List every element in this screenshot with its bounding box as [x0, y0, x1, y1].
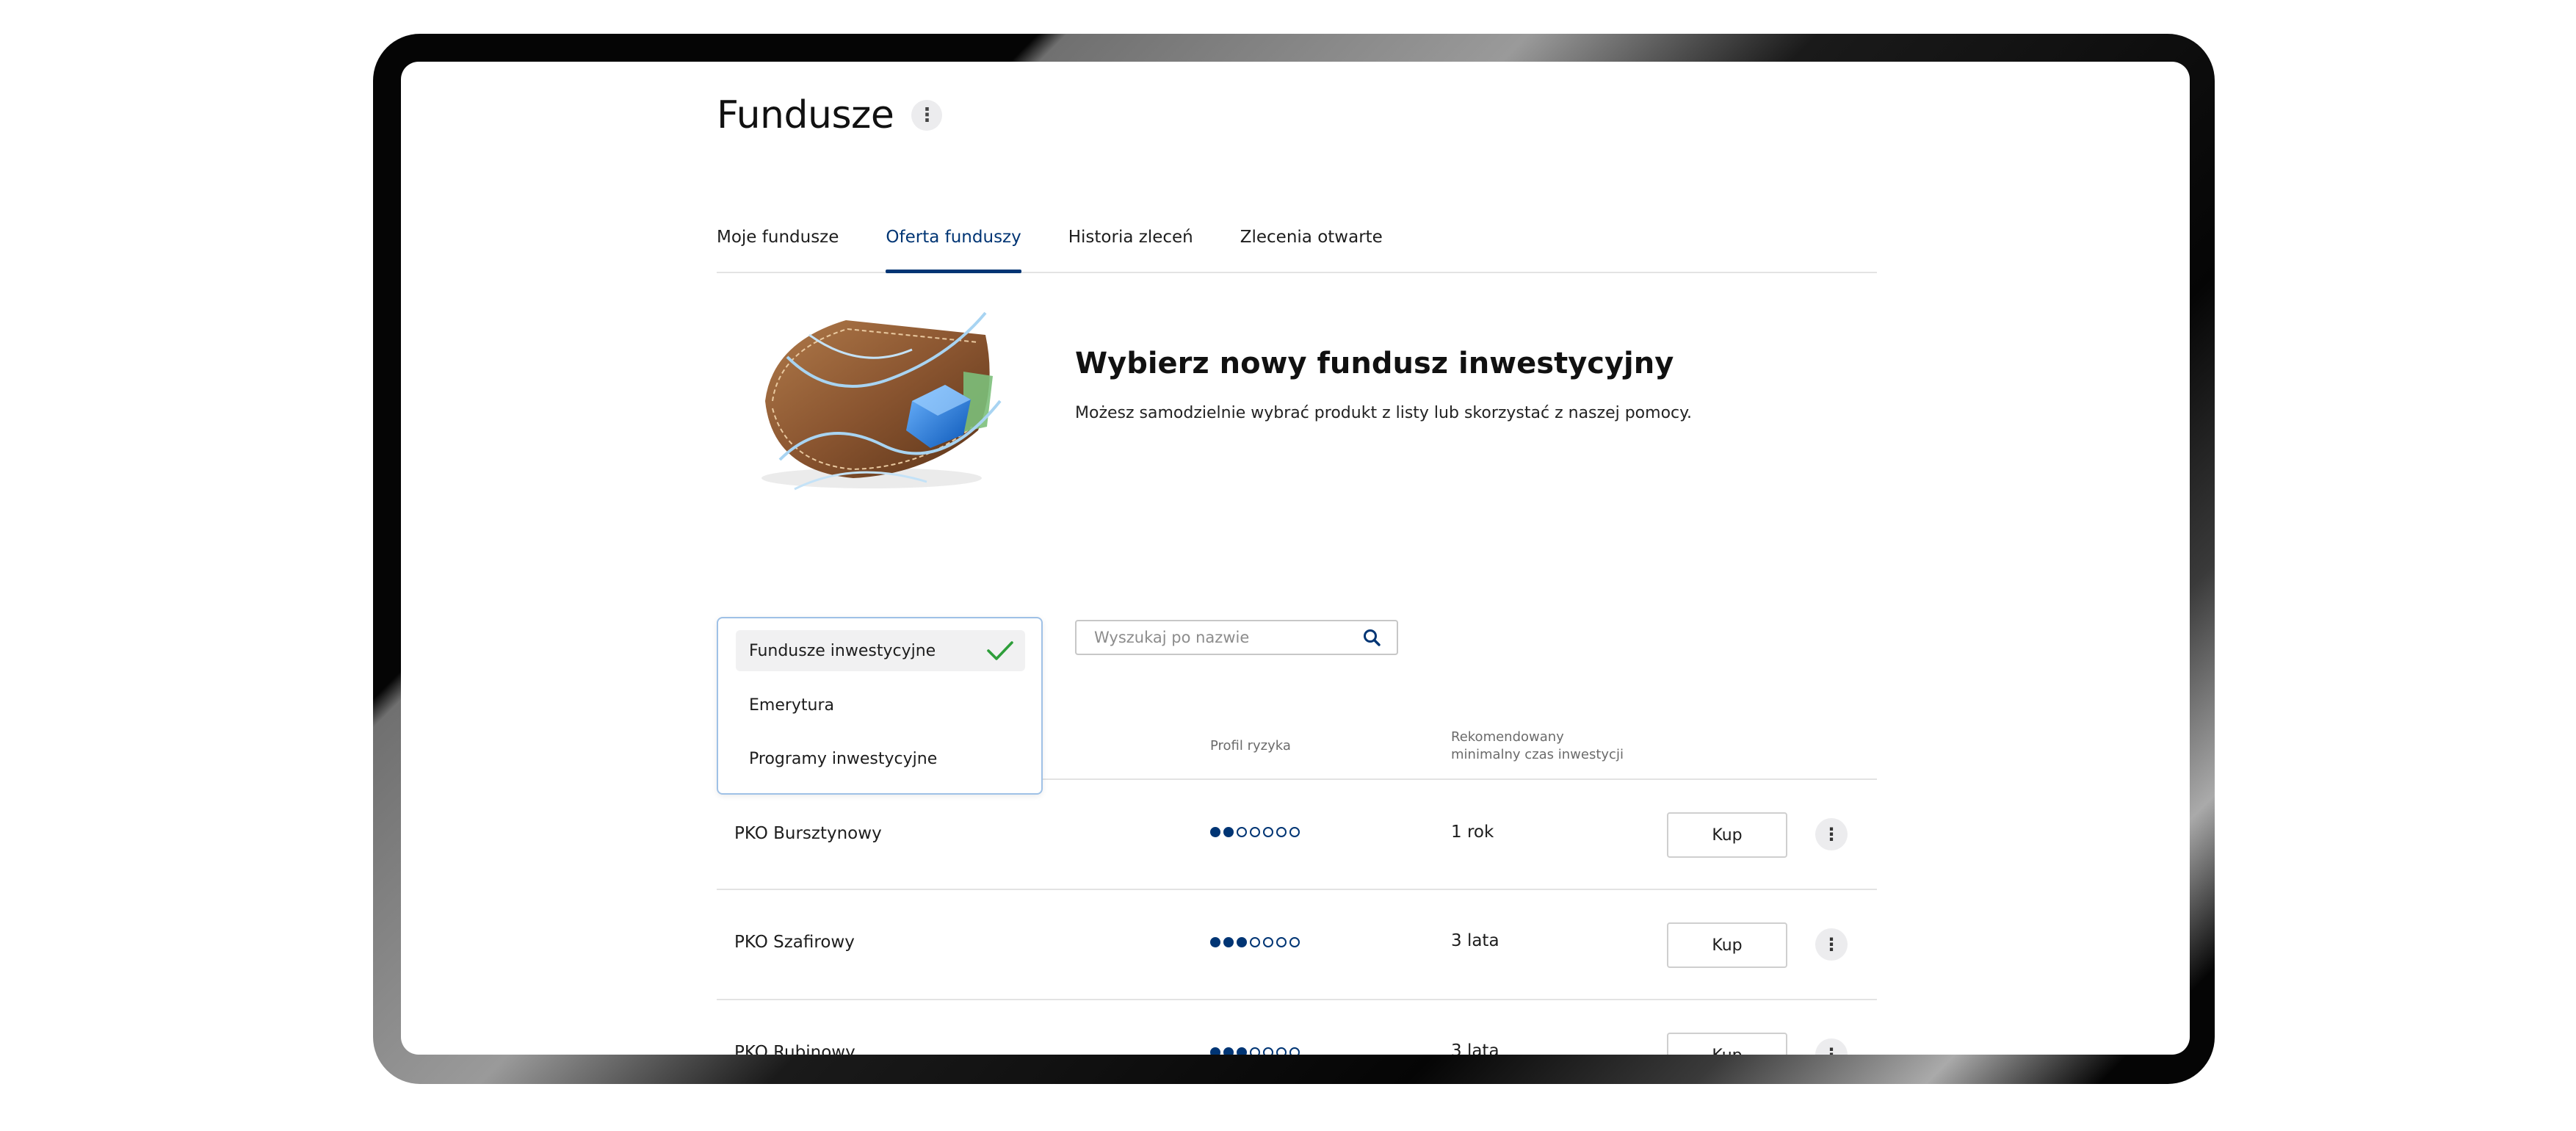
risk-dot-empty — [1289, 1047, 1300, 1055]
dropdown-option-emerytura[interactable]: Emerytura — [736, 684, 1025, 726]
risk-dot-filled — [1223, 1047, 1234, 1055]
hero-title: Wybierz nowy fundusz inwestycyjny — [1075, 347, 1674, 380]
tab-moje-fundusze[interactable]: Moje fundusze — [717, 163, 839, 272]
risk-dot-filled — [1210, 937, 1220, 947]
wallet-icon — [761, 311, 1002, 491]
table-row: PKO Rubinowy 3 lata Kup ⋮ — [717, 1000, 1877, 1055]
risk-dot-empty — [1289, 827, 1300, 837]
check-icon — [987, 641, 1013, 660]
risk-indicator — [1210, 827, 1303, 837]
fund-name: PKO Bursztynowy — [734, 824, 882, 843]
table-row: PKO Szafirowy 3 lata Kup ⋮ — [717, 890, 1877, 1000]
table-row: PKO Bursztynowy 1 rok Kup ⋮ — [717, 780, 1877, 890]
risk-dot-empty — [1263, 827, 1273, 837]
min-time: 3 lata — [1451, 931, 1499, 950]
risk-indicator — [1210, 937, 1303, 947]
risk-dot-filled — [1223, 937, 1234, 947]
risk-dot-empty — [1289, 937, 1300, 947]
screen: Fundusze ⋮ Moje fundusze Oferta funduszy… — [401, 62, 2190, 1055]
risk-indicator — [1210, 1047, 1303, 1055]
fund-name: PKO Szafirowy — [734, 933, 855, 952]
search-box — [1075, 620, 1398, 655]
risk-dot-empty — [1263, 937, 1273, 947]
header-min-time: Rekomendowany minimalny czas inwestycji — [1451, 729, 1624, 762]
page-title: Fundusze — [717, 93, 894, 137]
risk-dot-empty — [1276, 827, 1287, 837]
min-time: 3 lata — [1451, 1041, 1499, 1055]
search-input[interactable] — [1093, 622, 1357, 653]
header-risk-profile: Profil ryzyka — [1210, 738, 1291, 754]
min-time: 1 rok — [1451, 823, 1494, 842]
risk-dot-filled — [1210, 1047, 1220, 1055]
risk-dot-empty — [1250, 937, 1260, 947]
page-more-button[interactable]: ⋮ — [911, 100, 943, 131]
tab-oferta-funduszy[interactable]: Oferta funduszy — [886, 163, 1022, 273]
category-dropdown: Fundusze inwestycyjne Emerytura Programy… — [717, 617, 1043, 795]
row-more-button[interactable]: ⋮ — [1815, 928, 1848, 961]
risk-dot-filled — [1223, 827, 1234, 837]
dropdown-option-fundusze-inwestycyjne[interactable]: Fundusze inwestycyjne — [736, 630, 1025, 671]
more-vertical-icon: ⋮ — [1823, 934, 1840, 955]
search-icon[interactable] — [1357, 623, 1386, 652]
risk-dot-filled — [1237, 937, 1247, 947]
row-more-button[interactable]: ⋮ — [1815, 818, 1848, 850]
fund-name: PKO Rubinowy — [734, 1043, 855, 1055]
risk-dot-filled — [1210, 827, 1220, 837]
tab-bar: Moje fundusze Oferta funduszy Historia z… — [717, 163, 1877, 273]
more-vertical-icon: ⋮ — [1823, 824, 1840, 845]
risk-dot-filled — [1237, 1047, 1247, 1055]
more-vertical-icon: ⋮ — [917, 104, 937, 126]
risk-dot-empty — [1263, 1047, 1273, 1055]
tab-historia-zlecen[interactable]: Historia zleceń — [1068, 163, 1193, 272]
risk-dot-empty — [1250, 827, 1260, 837]
buy-button[interactable]: Kup — [1667, 1033, 1787, 1055]
title-row: Fundusze ⋮ — [717, 82, 943, 148]
hero-subtitle: Możesz samodzielnie wybrać produkt z lis… — [1075, 404, 1692, 422]
more-vertical-icon: ⋮ — [1823, 1044, 1840, 1055]
risk-dot-empty — [1276, 937, 1287, 947]
risk-dot-empty — [1276, 1047, 1287, 1055]
buy-button[interactable]: Kup — [1667, 922, 1787, 968]
row-more-button[interactable]: ⋮ — [1815, 1038, 1848, 1055]
tab-zlecenia-otwarte[interactable]: Zlecenia otwarte — [1240, 163, 1383, 272]
risk-dot-empty — [1250, 1047, 1260, 1055]
buy-button[interactable]: Kup — [1667, 812, 1787, 858]
main-content: Fundusze ⋮ Moje fundusze Oferta funduszy… — [717, 62, 1877, 1055]
risk-dot-empty — [1237, 827, 1247, 837]
dropdown-option-programy-inwestycyjne[interactable]: Programy inwestycyjne — [736, 738, 1025, 779]
